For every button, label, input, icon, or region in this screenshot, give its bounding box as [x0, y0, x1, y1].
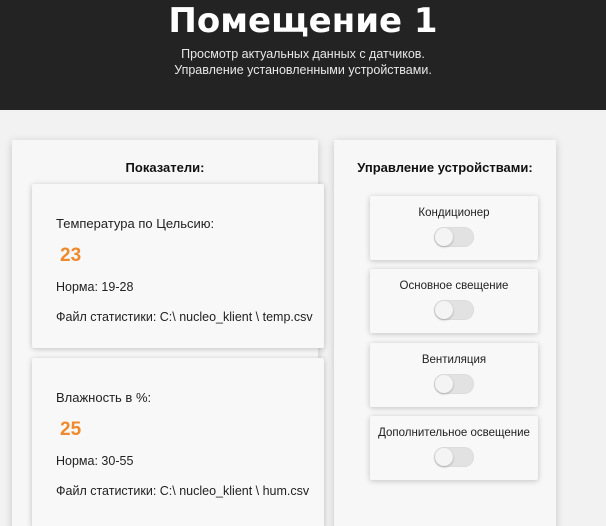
humidity-card: Влажность в %: 25 Норма: 30-55 Файл стат…: [32, 358, 324, 526]
device-main-lighting: Основное свещение: [370, 269, 538, 333]
page-title: Помещение 1: [168, 1, 438, 41]
page-subtitle: Просмотр актуальных данных с датчиков. У…: [0, 46, 606, 78]
temperature-norm: Норма: 19-28: [56, 280, 134, 294]
main-lighting-toggle[interactable]: [434, 300, 474, 320]
subtitle-line-1: Просмотр актуальных данных с датчиков.: [181, 47, 425, 61]
toggle-knob: [435, 375, 453, 393]
ventilation-toggle[interactable]: [434, 374, 474, 394]
device-label: Основное свещение: [399, 280, 509, 292]
humidity-norm: Норма: 30-55: [56, 454, 134, 468]
temperature-label: Температура по Цельсию:: [56, 216, 215, 231]
device-label: Кондиционер: [418, 207, 490, 219]
indicators-title: Показатели:: [125, 160, 205, 175]
page-header: Помещение 1 Просмотр актуальных данных с…: [0, 0, 606, 110]
temperature-value: 23: [60, 245, 82, 266]
devices-panel: Управление устройствами: Кондиционер Осн…: [334, 140, 556, 526]
toggle-knob: [435, 228, 453, 246]
device-label: Дополнительное освещение: [378, 427, 530, 439]
humidity-label: Влажность в %:: [56, 390, 152, 405]
device-air-conditioner: Кондиционер: [370, 196, 538, 260]
additional-lighting-toggle[interactable]: [434, 447, 474, 467]
temperature-stats-file: Файл статистики: C:\ nucleo_klient \ tem…: [56, 310, 313, 324]
device-ventilation: Вентиляция: [370, 343, 538, 407]
toggle-knob: [435, 301, 453, 319]
devices-title: Управление устройствами:: [357, 160, 533, 175]
device-additional-lighting: Дополнительное освещение: [370, 416, 538, 480]
toggle-knob: [435, 448, 453, 466]
device-label: Вентиляция: [421, 354, 487, 366]
humidity-value: 25: [60, 419, 82, 440]
air-conditioner-toggle[interactable]: [434, 227, 474, 247]
humidity-stats-file: Файл статистики: C:\ nucleo_klient \ hum…: [56, 484, 310, 498]
temperature-card: Температура по Цельсию: 23 Норма: 19-28 …: [32, 184, 324, 348]
indicators-panel: Показатели: Температура по Цельсию: 23 Н…: [12, 140, 324, 526]
subtitle-line-2: Управление установленными устройствами.: [174, 63, 432, 77]
